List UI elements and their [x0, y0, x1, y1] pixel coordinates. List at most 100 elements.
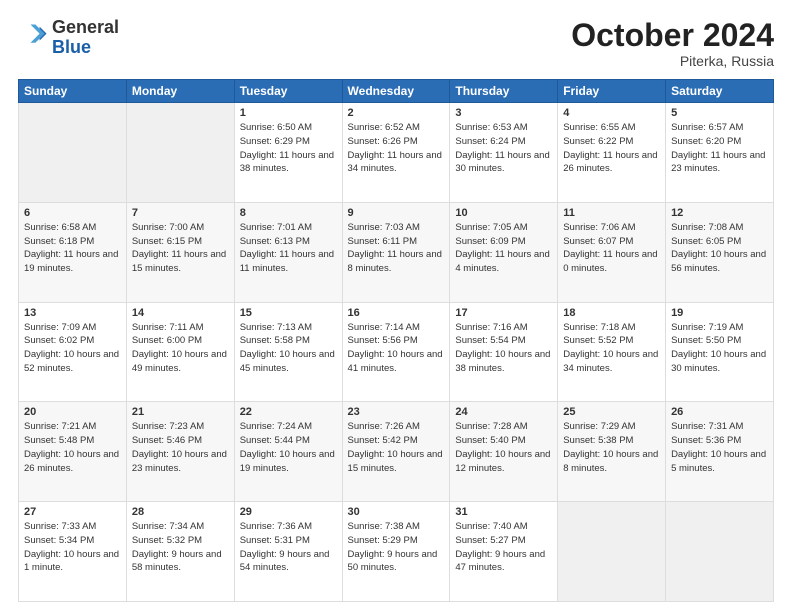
- day-number: 20: [24, 406, 121, 418]
- day-number: 12: [671, 207, 768, 219]
- day-info: Sunrise: 7:24 AM Sunset: 5:44 PM Dayligh…: [240, 420, 337, 475]
- day-number: 7: [132, 207, 229, 219]
- day-info: Sunrise: 6:55 AM Sunset: 6:22 PM Dayligh…: [563, 121, 660, 176]
- weekday-header-wednesday: Wednesday: [342, 80, 450, 103]
- calendar-cell: 28Sunrise: 7:34 AM Sunset: 5:32 PM Dayli…: [126, 502, 234, 602]
- page: General Blue October 2024 Piterka, Russi…: [0, 0, 792, 612]
- day-info: Sunrise: 6:58 AM Sunset: 6:18 PM Dayligh…: [24, 221, 121, 276]
- day-info: Sunrise: 7:08 AM Sunset: 6:05 PM Dayligh…: [671, 221, 768, 276]
- calendar-cell: 1Sunrise: 6:50 AM Sunset: 6:29 PM Daylig…: [234, 103, 342, 203]
- day-number: 3: [455, 107, 552, 119]
- location: Piterka, Russia: [571, 53, 774, 69]
- title-block: October 2024 Piterka, Russia: [571, 18, 774, 69]
- calendar-cell: 17Sunrise: 7:16 AM Sunset: 5:54 PM Dayli…: [450, 302, 558, 402]
- day-info: Sunrise: 6:52 AM Sunset: 6:26 PM Dayligh…: [348, 121, 445, 176]
- day-info: Sunrise: 7:36 AM Sunset: 5:31 PM Dayligh…: [240, 520, 337, 575]
- day-number: 18: [563, 307, 660, 319]
- day-number: 16: [348, 307, 445, 319]
- calendar-cell: 10 Sunrise: 7:05 AM Sunset: 6:09 PM Dayli…: [450, 202, 558, 302]
- calendar-cell: 12 Sunrise: 7:08 AM Sunset: 6:05 PM Dayli…: [666, 202, 774, 302]
- weekday-header-sunday: Sunday: [19, 80, 127, 103]
- day-info: Sunrise: 7:21 AM Sunset: 5:48 PM Dayligh…: [24, 420, 121, 475]
- day-number: 26: [671, 406, 768, 418]
- weekday-header-thursday: Thursday: [450, 80, 558, 103]
- day-info: Sunrise: 7:11 AM Sunset: 6:00 PM Dayligh…: [132, 321, 229, 376]
- weekday-header-tuesday: Tuesday: [234, 80, 342, 103]
- calendar-cell: [19, 103, 127, 203]
- weekday-header-monday: Monday: [126, 80, 234, 103]
- calendar-cell: 11 Sunrise: 7:06 AM Sunset: 6:07 PM Dayli…: [558, 202, 666, 302]
- logo: General Blue: [18, 18, 119, 58]
- week-row-3: 13 Sunrise: 7:09 AM Sunset: 6:02 PM Dayli…: [19, 302, 774, 402]
- calendar-cell: [666, 502, 774, 602]
- calendar-cell: 26 Sunrise: 7:31 AM Sunset: 5:36 PM Dayli…: [666, 402, 774, 502]
- calendar-cell: 2 Sunrise: 6:52 AM Sunset: 6:26 PM Daylig…: [342, 103, 450, 203]
- day-info: Sunrise: 7:00 AM Sunset: 6:15 PM Dayligh…: [132, 221, 229, 276]
- day-number: 5: [671, 107, 768, 119]
- day-info: Sunrise: 6:50 AM Sunset: 6:29 PM Dayligh…: [240, 121, 337, 176]
- month-title: October 2024: [571, 18, 774, 53]
- day-info: Sunrise: 7:38 AM Sunset: 5:29 PM Dayligh…: [348, 520, 445, 575]
- day-info: Sunrise: 6:53 AM Sunset: 6:24 PM Dayligh…: [455, 121, 552, 176]
- week-row-5: 27 Sunrise: 7:33 AM Sunset: 5:34 PM Dayli…: [19, 502, 774, 602]
- day-number: 17: [455, 307, 552, 319]
- day-info: Sunrise: 7:13 AM Sunset: 5:58 PM Dayligh…: [240, 321, 337, 376]
- calendar-cell: 23 Sunrise: 7:26 AM Sunset: 5:42 PM Dayli…: [342, 402, 450, 502]
- calendar-cell: 31 Sunrise: 7:40 AM Sunset: 5:27 PM Dayli…: [450, 502, 558, 602]
- calendar-cell: 5Sunrise: 6:57 AM Sunset: 6:20 PM Daylig…: [666, 103, 774, 203]
- calendar-cell: 20 Sunrise: 7:21 AM Sunset: 5:48 PM Dayli…: [19, 402, 127, 502]
- day-number: 2: [348, 107, 445, 119]
- day-info: Sunrise: 7:01 AM Sunset: 6:13 PM Dayligh…: [240, 221, 337, 276]
- day-number: 27: [24, 506, 121, 518]
- calendar-cell: 24 Sunrise: 7:28 AM Sunset: 5:40 PM Dayli…: [450, 402, 558, 502]
- calendar-cell: 22 Sunrise: 7:24 AM Sunset: 5:44 PM Dayli…: [234, 402, 342, 502]
- calendar-cell: 19Sunrise: 7:19 AM Sunset: 5:50 PM Dayli…: [666, 302, 774, 402]
- day-number: 9: [348, 207, 445, 219]
- calendar-cell: [126, 103, 234, 203]
- header: General Blue October 2024 Piterka, Russi…: [18, 18, 774, 69]
- day-info: Sunrise: 7:19 AM Sunset: 5:50 PM Dayligh…: [671, 321, 768, 376]
- day-info: Sunrise: 7:23 AM Sunset: 5:46 PM Dayligh…: [132, 420, 229, 475]
- calendar-cell: 18 Sunrise: 7:18 AM Sunset: 5:52 PM Dayli…: [558, 302, 666, 402]
- day-number: 11: [563, 207, 660, 219]
- day-number: 29: [240, 506, 337, 518]
- day-info: Sunrise: 7:34 AM Sunset: 5:32 PM Dayligh…: [132, 520, 229, 575]
- day-info: Sunrise: 7:03 AM Sunset: 6:11 PM Dayligh…: [348, 221, 445, 276]
- day-number: 31: [455, 506, 552, 518]
- calendar-cell: 16Sunrise: 7:14 AM Sunset: 5:56 PM Dayli…: [342, 302, 450, 402]
- day-info: Sunrise: 7:18 AM Sunset: 5:52 PM Dayligh…: [563, 321, 660, 376]
- day-number: 22: [240, 406, 337, 418]
- calendar-cell: 13 Sunrise: 7:09 AM Sunset: 6:02 PM Dayli…: [19, 302, 127, 402]
- calendar-cell: 29 Sunrise: 7:36 AM Sunset: 5:31 PM Dayli…: [234, 502, 342, 602]
- day-info: Sunrise: 7:28 AM Sunset: 5:40 PM Dayligh…: [455, 420, 552, 475]
- calendar-cell: 27 Sunrise: 7:33 AM Sunset: 5:34 PM Dayli…: [19, 502, 127, 602]
- calendar-cell: 3 Sunrise: 6:53 AM Sunset: 6:24 PM Daylig…: [450, 103, 558, 203]
- day-info: Sunrise: 7:40 AM Sunset: 5:27 PM Dayligh…: [455, 520, 552, 575]
- weekday-header-friday: Friday: [558, 80, 666, 103]
- logo-icon: [20, 21, 48, 49]
- calendar-cell: 7 Sunrise: 7:00 AM Sunset: 6:15 PM Daylig…: [126, 202, 234, 302]
- week-row-2: 6Sunrise: 6:58 AM Sunset: 6:18 PM Daylig…: [19, 202, 774, 302]
- day-number: 23: [348, 406, 445, 418]
- day-info: Sunrise: 7:09 AM Sunset: 6:02 PM Dayligh…: [24, 321, 121, 376]
- calendar-cell: 25Sunrise: 7:29 AM Sunset: 5:38 PM Dayli…: [558, 402, 666, 502]
- day-info: Sunrise: 7:33 AM Sunset: 5:34 PM Dayligh…: [24, 520, 121, 575]
- logo-blue: Blue: [52, 38, 119, 58]
- day-number: 4: [563, 107, 660, 119]
- logo-general: General: [52, 18, 119, 38]
- calendar-cell: 9 Sunrise: 7:03 AM Sunset: 6:11 PM Daylig…: [342, 202, 450, 302]
- day-number: 13: [24, 307, 121, 319]
- weekday-header-saturday: Saturday: [666, 80, 774, 103]
- day-info: Sunrise: 7:05 AM Sunset: 6:09 PM Dayligh…: [455, 221, 552, 276]
- weekday-header-row: SundayMondayTuesdayWednesdayThursdayFrid…: [19, 80, 774, 103]
- day-number: 15: [240, 307, 337, 319]
- day-number: 10: [455, 207, 552, 219]
- calendar-cell: 14Sunrise: 7:11 AM Sunset: 6:00 PM Dayli…: [126, 302, 234, 402]
- calendar-cell: 4 Sunrise: 6:55 AM Sunset: 6:22 PM Daylig…: [558, 103, 666, 203]
- day-number: 24: [455, 406, 552, 418]
- day-info: Sunrise: 7:26 AM Sunset: 5:42 PM Dayligh…: [348, 420, 445, 475]
- day-info: Sunrise: 7:31 AM Sunset: 5:36 PM Dayligh…: [671, 420, 768, 475]
- day-info: Sunrise: 7:06 AM Sunset: 6:07 PM Dayligh…: [563, 221, 660, 276]
- day-number: 25: [563, 406, 660, 418]
- calendar-cell: 6Sunrise: 6:58 AM Sunset: 6:18 PM Daylig…: [19, 202, 127, 302]
